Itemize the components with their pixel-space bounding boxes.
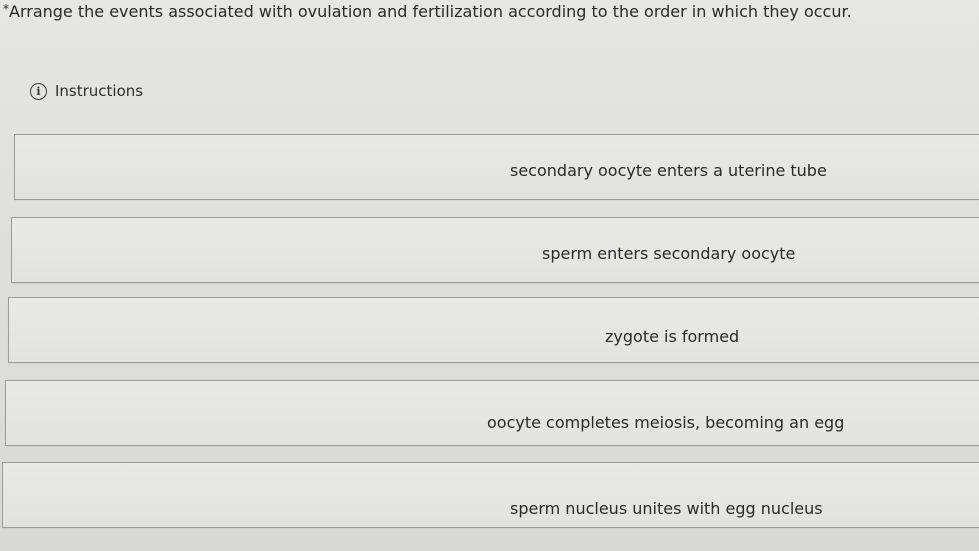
draggable-item-1[interactable] xyxy=(14,134,979,200)
item-label-2: sperm enters secondary oocyte xyxy=(542,244,796,263)
item-label-5: sperm nucleus unites with egg nucleus xyxy=(510,499,823,518)
info-icon: i xyxy=(30,82,47,100)
draggable-item-5[interactable] xyxy=(2,462,979,528)
draggable-item-3[interactable] xyxy=(8,297,979,363)
item-label-4: oocyte completes meiosis, becoming an eg… xyxy=(487,413,845,432)
question-prompt: *Arrange the events associated with ovul… xyxy=(3,2,852,21)
question-text: Arrange the events associated with ovula… xyxy=(9,2,852,21)
draggable-item-2[interactable] xyxy=(11,217,979,283)
item-label-1: secondary oocyte enters a uterine tube xyxy=(510,161,827,180)
item-label-3: zygote is formed xyxy=(605,327,740,346)
instructions-link[interactable]: i Instructions xyxy=(30,82,143,100)
instructions-label: Instructions xyxy=(55,82,144,100)
